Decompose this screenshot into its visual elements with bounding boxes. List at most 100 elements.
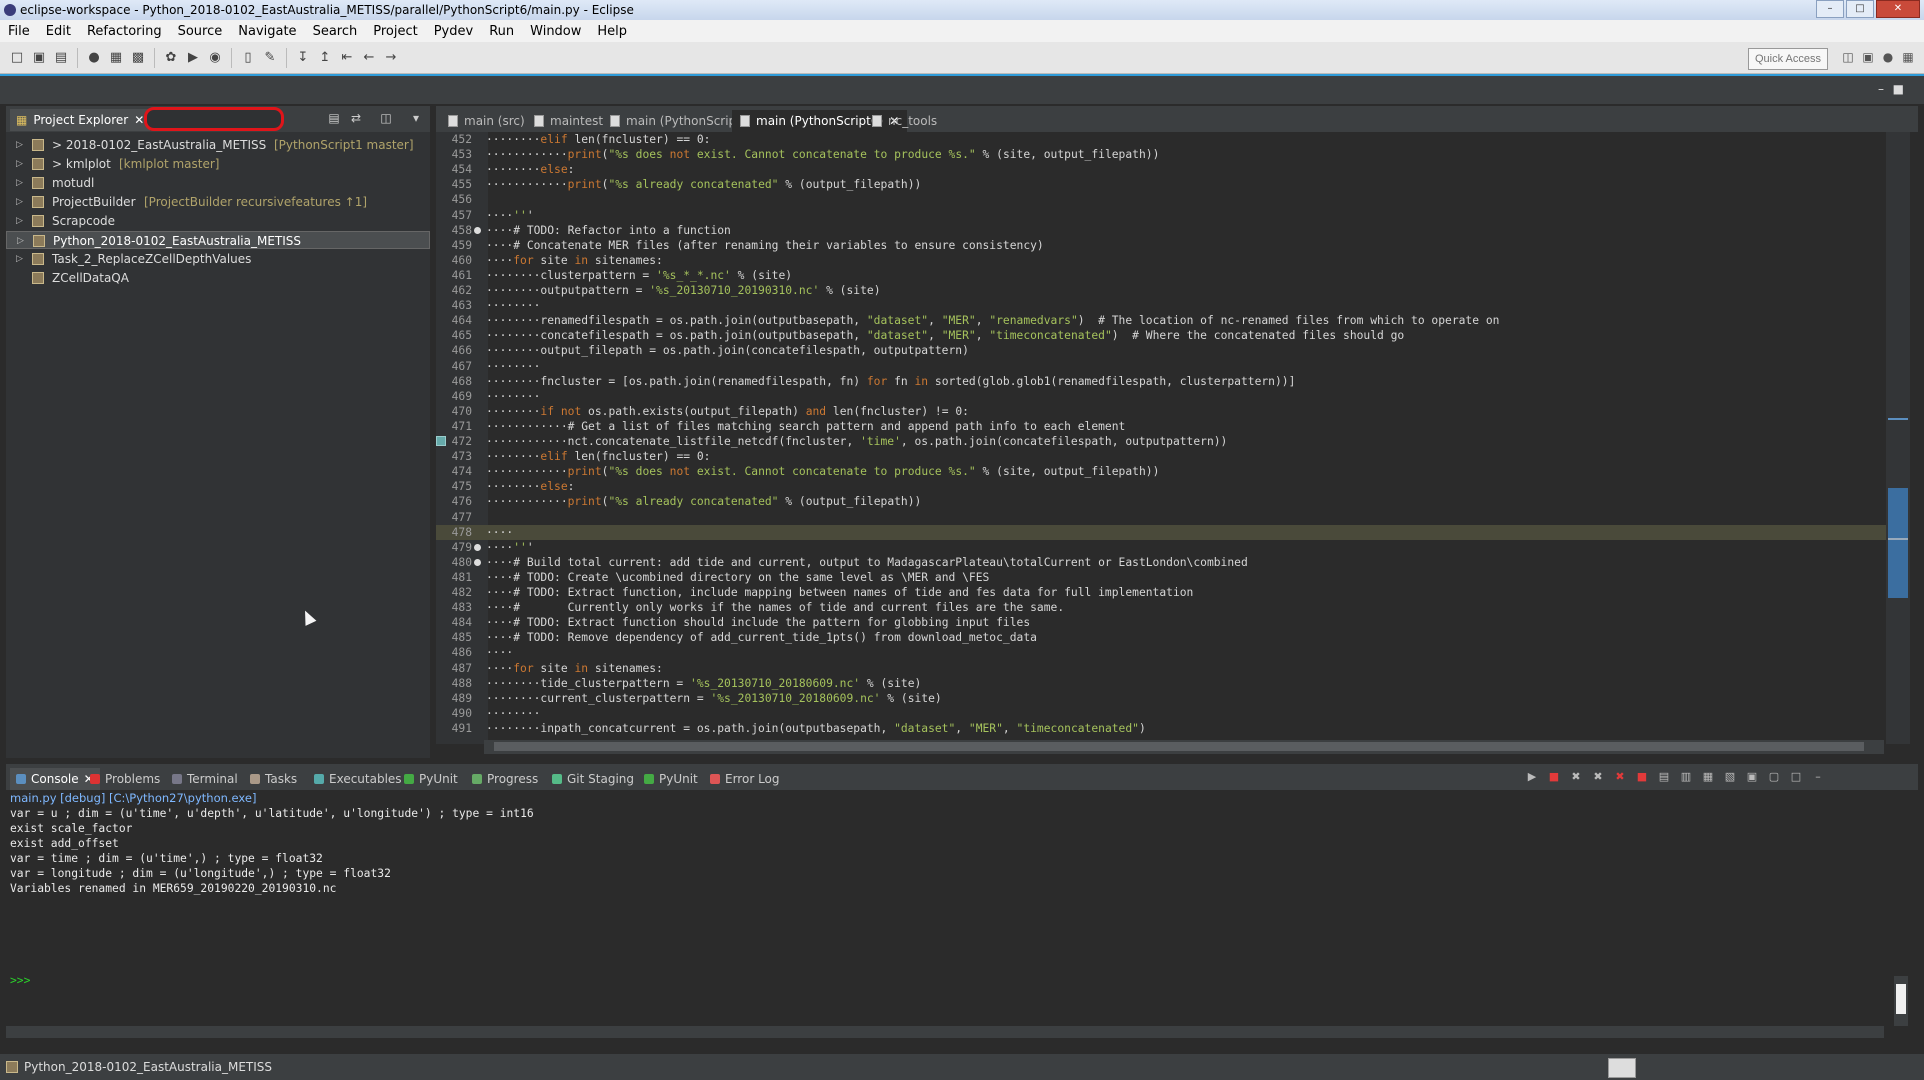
overview-marker[interactable]	[1888, 418, 1908, 420]
fold-toggle-icon[interactable]	[474, 543, 481, 551]
code-editor[interactable]: 452 ········elif len(fncluster) == 0: 453 ·…	[436, 132, 1910, 744]
console-tab[interactable]: Git Staging	[546, 768, 640, 790]
tree-item[interactable]: ▷ Python_2018-0102_EastAustralia_METISS	[6, 231, 430, 249]
save-all-icon[interactable]: ▤	[52, 49, 70, 67]
show-on-error-icon[interactable]: ▧	[1722, 770, 1738, 784]
show-on-output-icon[interactable]: ▦	[1700, 770, 1716, 784]
editor-tab[interactable]: main (src)	[440, 110, 533, 132]
code-line[interactable]: 482 ····# TODO: Extract function, include…	[436, 585, 1886, 600]
debug-icon[interactable]: ✿	[162, 49, 180, 67]
perspective-git-icon[interactable]: ●	[1880, 50, 1896, 66]
new-console-icon[interactable]: ▢	[1766, 770, 1782, 784]
menu-pydev[interactable]: Pydev	[426, 24, 481, 39]
brush-icon[interactable]: ✎	[261, 49, 279, 67]
stop-icon[interactable]: ■	[1634, 770, 1650, 784]
console-vertical-scrollbar[interactable]	[1894, 976, 1908, 1026]
tree-item[interactable]: ▷ Scrapcode	[6, 212, 430, 230]
code-line[interactable]: 477	[436, 510, 1886, 525]
close-button[interactable]: ✕	[1876, 0, 1920, 18]
word-wrap-icon[interactable]: ▥	[1678, 770, 1694, 784]
minimize-button[interactable]: –	[1816, 0, 1844, 18]
code-line[interactable]: 478 ····	[436, 524, 1886, 540]
tree-item[interactable]: ZCellDataQA	[6, 269, 430, 287]
overview-marker[interactable]	[1888, 538, 1908, 540]
code-line[interactable]: 461 ········clusterpattern = '%s_*_*.nc' …	[436, 268, 1886, 283]
expand-arrow-icon[interactable]: ▷	[16, 212, 26, 230]
heap-status-icon[interactable]	[1608, 1058, 1636, 1078]
code-line[interactable]: 460 ····for site in sitenames:	[436, 253, 1886, 268]
quick-access-input[interactable]	[1748, 48, 1828, 70]
menu-navigate[interactable]: Navigate	[230, 24, 304, 39]
console-prompt[interactable]: >>>	[10, 974, 30, 987]
tree-item[interactable]: ▷ > kmlplot [kmlplot master]	[6, 155, 430, 173]
expand-arrow-icon[interactable]: ▷	[16, 136, 26, 154]
code-line[interactable]: 481 ····# TODO: Create \ucombined directo…	[436, 570, 1886, 585]
external-tools-icon[interactable]: ◉	[206, 49, 224, 67]
prev-annotation-icon[interactable]: ↥	[316, 49, 334, 67]
expand-arrow-icon[interactable]: ▷	[17, 232, 27, 250]
minimize-view-icon[interactable]: –	[1810, 770, 1826, 784]
scroll-lock-icon[interactable]: ▤	[1656, 770, 1672, 784]
code-line[interactable]: 485 ····# TODO: Remove dependency of add_…	[436, 630, 1886, 645]
console-tab[interactable]: Progress	[466, 768, 544, 790]
console-tab[interactable]: PyUnit	[398, 768, 464, 790]
open-folder-icon[interactable]: ▯	[239, 49, 257, 67]
console-tab[interactable]: Error Log	[704, 768, 786, 790]
open-console-icon[interactable]: □	[1788, 770, 1804, 784]
code-line[interactable]: 475 ········else:	[436, 479, 1886, 494]
console-horizontal-scrollbar[interactable]	[6, 1026, 1884, 1038]
code-line[interactable]: 458 ····# TODO: Refactor into a function	[436, 223, 1886, 238]
minimize-area-icon[interactable]: –	[1878, 82, 1884, 96]
project-filter-input[interactable]	[144, 107, 284, 131]
code-line[interactable]: 468 ········fncluster = [os.path.join(ren…	[436, 374, 1886, 389]
editor-tab[interactable]: maintest	[526, 110, 611, 132]
code-line[interactable]: 483 ····# Currently only works if the nam…	[436, 600, 1886, 615]
code-line[interactable]: 452 ········elif len(fncluster) == 0:	[436, 132, 1886, 147]
code-line[interactable]: 488 ········tide_clusterpattern = '%s_201…	[436, 676, 1886, 691]
menu-source[interactable]: Source	[170, 24, 231, 39]
code-line[interactable]: 487 ····for site in sitenames:	[436, 661, 1886, 676]
editor-scroll-thumb[interactable]	[1888, 488, 1908, 598]
tab-project-explorer[interactable]: ▦ Project Explorer ✕	[10, 109, 151, 131]
new-icon[interactable]: □	[8, 49, 26, 67]
console-icon[interactable]: ▦	[107, 49, 125, 67]
code-line[interactable]: 463 ········	[436, 298, 1886, 313]
maximize-button[interactable]: □	[1846, 0, 1874, 18]
last-edit-icon[interactable]: ⇤	[338, 49, 356, 67]
code-line[interactable]: 479 ····'''	[436, 540, 1886, 555]
console-tab[interactable]: Terminal	[166, 768, 244, 790]
expand-arrow-icon[interactable]: ▷	[16, 193, 26, 211]
code-line[interactable]: 473 ········elif len(fncluster) == 0:	[436, 449, 1886, 464]
menu-search[interactable]: Search	[305, 24, 366, 39]
next-annotation-icon[interactable]: ↧	[294, 49, 312, 67]
menu-file[interactable]: File	[0, 24, 38, 39]
tree-item[interactable]: ▷ motudl	[6, 174, 430, 192]
tree-item[interactable]: ▷ ProjectBuilder [ProjectBuilder recursive…	[6, 193, 430, 211]
console-view[interactable]: main.py [debug] [C:\Python27\python.exe]…	[6, 790, 1918, 1036]
code-line[interactable]: 476 ············print("%s already concate…	[436, 494, 1886, 509]
code-line[interactable]: 472 ············nct.concatenate_listfile_…	[436, 434, 1886, 449]
console-scroll-thumb[interactable]	[1896, 984, 1906, 1014]
view-filter-icon[interactable]: ◫	[378, 111, 394, 127]
tree-item[interactable]: ▷ Task_2_ReplaceZCellDepthValues	[6, 250, 430, 268]
menu-refactoring[interactable]: Refactoring	[79, 24, 170, 39]
code-line[interactable]: 453 ············print("%s does not exist.…	[436, 147, 1886, 162]
code-line[interactable]: 465 ········concatefilespath = os.path.jo…	[436, 328, 1886, 343]
editor-horizontal-scrollbar[interactable]	[484, 740, 1884, 754]
terminate-all-icon[interactable]: ✖	[1612, 770, 1628, 784]
console-tab[interactable]: Executables	[308, 768, 408, 790]
collapse-all-icon[interactable]: ▤	[326, 111, 342, 127]
maximize-area-icon[interactable]: ■	[1893, 82, 1904, 96]
code-line[interactable]: 474 ············print("%s does not exist.…	[436, 464, 1886, 479]
perspective-debug-icon[interactable]: ▣	[1860, 50, 1876, 66]
menu-run[interactable]: Run	[481, 24, 522, 39]
settings-icon[interactable]: ●	[85, 49, 103, 67]
menu-window[interactable]: Window	[522, 24, 589, 39]
view-menu-icon[interactable]: ▾	[408, 111, 424, 127]
menu-help[interactable]: Help	[589, 24, 635, 39]
code-line[interactable]: 455 ············print("%s already concate…	[436, 177, 1886, 192]
terminate-icon[interactable]: ■	[1546, 770, 1562, 784]
close-icon[interactable]: ✕	[134, 109, 144, 131]
code-line[interactable]: 489 ········current_clusterpattern = '%s_…	[436, 691, 1886, 706]
breakpoint-icon[interactable]	[436, 436, 446, 446]
